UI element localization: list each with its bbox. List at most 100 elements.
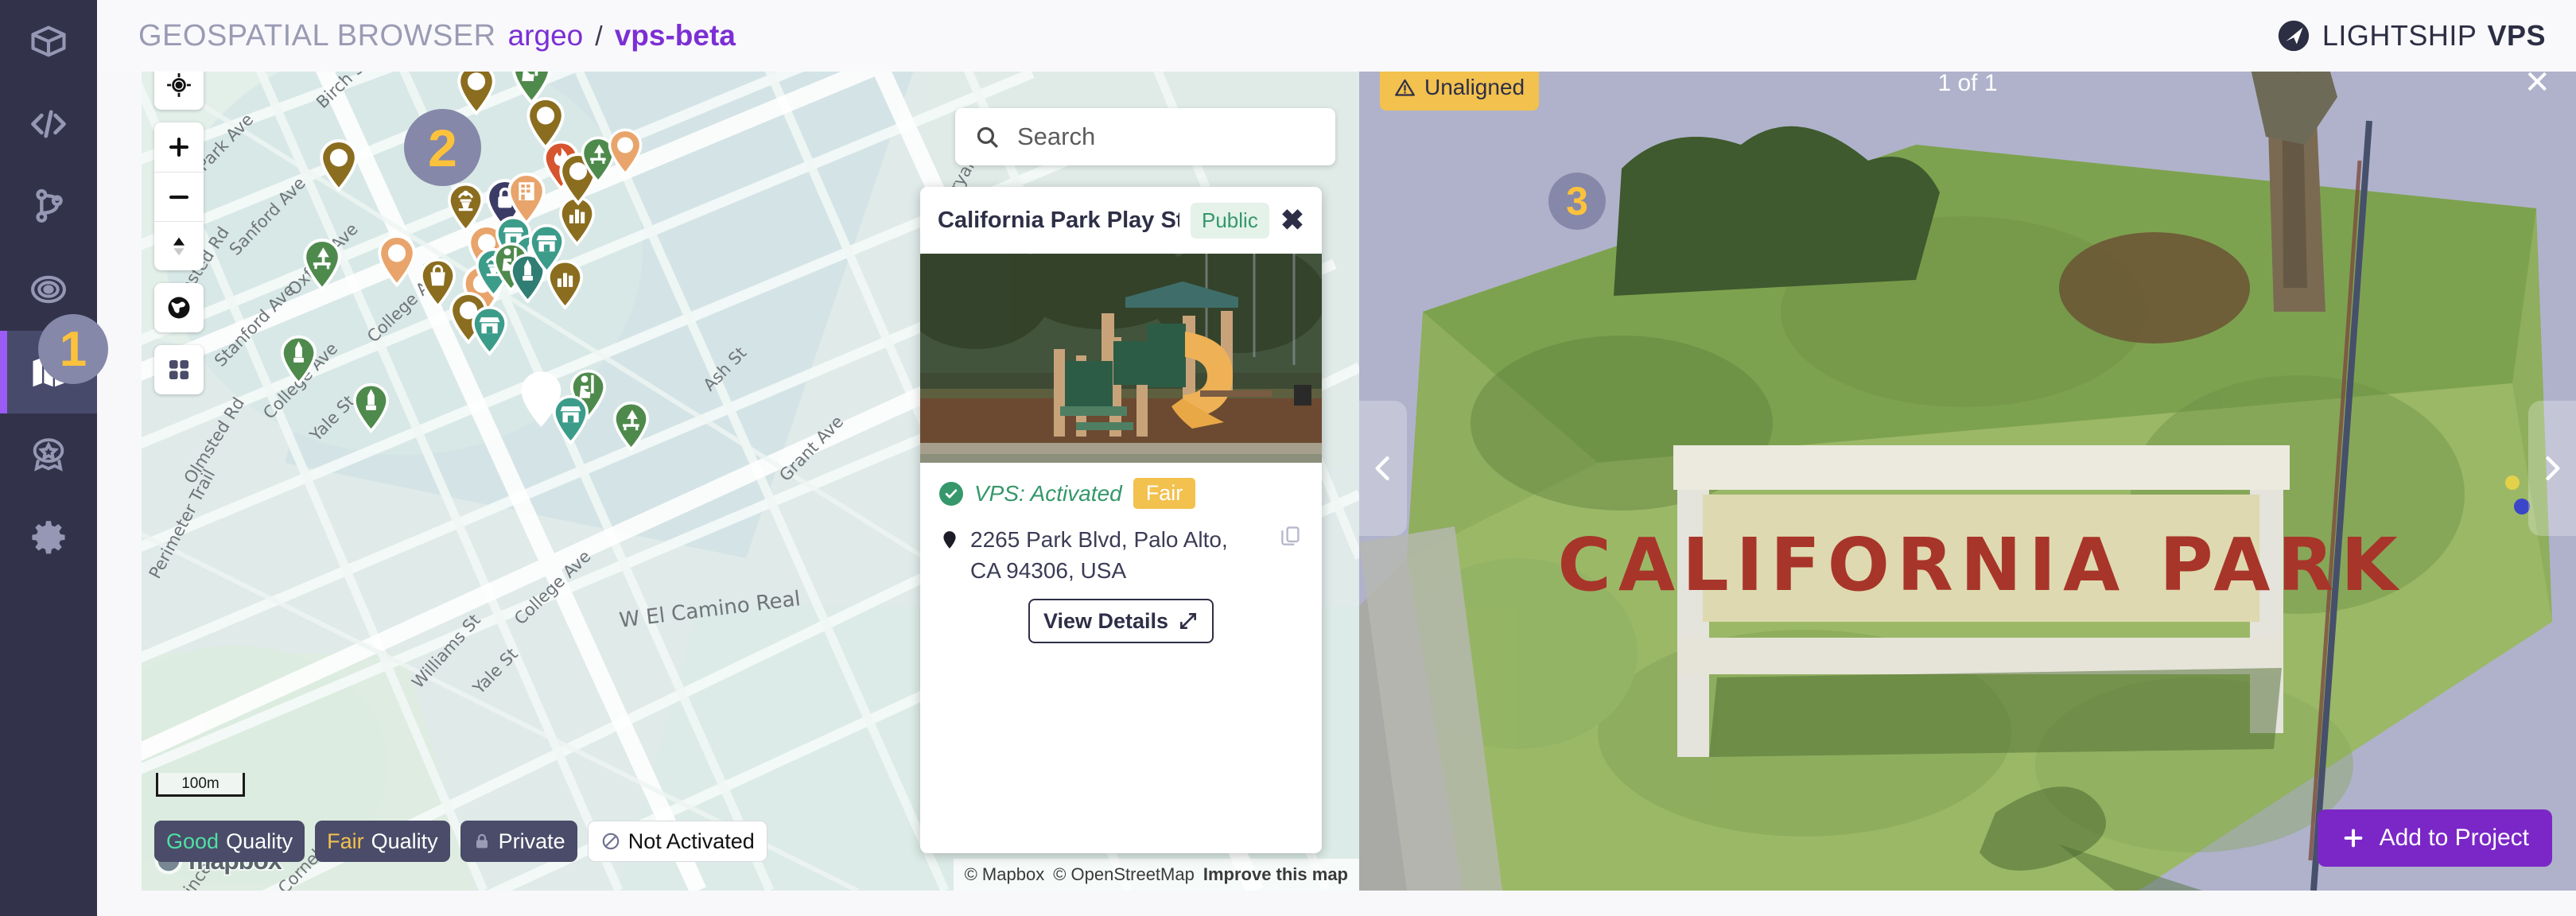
address-row: 2265 Park Blvd, Palo Alto, CA 94306, USA	[939, 524, 1303, 586]
view-details-button[interactable]: View Details	[1028, 599, 1214, 644]
breadcrumb-org[interactable]: argeo	[508, 19, 584, 52]
legend-good-quality[interactable]: Good Quality	[154, 821, 305, 862]
map-pin[interactable]	[604, 125, 646, 179]
chevron-right-icon	[2546, 456, 2560, 481]
gear-icon	[32, 521, 65, 554]
git-branch-icon	[36, 188, 63, 223]
legend-accent: Fair	[327, 829, 364, 853]
globe-icon	[168, 297, 190, 319]
map-cluster-badge-overlap[interactable]: 1	[38, 314, 108, 384]
legend-accent: Good	[166, 829, 220, 853]
header: GEOSPATIAL BROWSER argeo / vps-beta LIGH…	[97, 0, 2576, 72]
map-pin[interactable]	[349, 379, 393, 437]
zoom-in-button[interactable]	[154, 122, 204, 172]
search-icon	[977, 126, 999, 148]
location-pin-icon	[943, 531, 956, 549]
box-icon	[31, 25, 66, 57]
zoom-control[interactable]	[154, 122, 204, 270]
popup-header: California Park Play Stru... Public ✖	[920, 187, 1322, 254]
sidebar-item-rewards[interactable]	[0, 413, 97, 496]
add-to-project-button[interactable]: Add to Project	[2317, 809, 2552, 867]
popup-body: VPS: Activated Fair 2265 Park Blvd, Palo…	[920, 463, 1322, 644]
view-details-label: View Details	[1043, 608, 1169, 633]
attribution-improve-link[interactable]: Improve this map	[1203, 864, 1348, 885]
map-attribution[interactable]: © Mapbox © OpenStreetMap Improve this ma…	[953, 859, 1359, 891]
address-text: 2265 Park Blvd, Palo Alto, CA 94306, USA	[970, 527, 1228, 584]
legend-not-activated[interactable]: Not Activated	[587, 821, 767, 862]
search-bar[interactable]: Search	[955, 108, 1335, 165]
sidebar-item-assets[interactable]	[0, 0, 97, 83]
chevron-left-icon	[1375, 456, 1389, 481]
zoom-out-button[interactable]	[154, 172, 204, 221]
lightship-vps-logo: LIGHTSHIP VPS	[2275, 17, 2546, 54]
grid-control[interactable]	[154, 345, 204, 394]
map-cluster-badge[interactable]: 2	[404, 109, 481, 186]
expand-icon	[1180, 613, 1197, 630]
model-mesh-canvas[interactable]: CALIFORNIA PARK	[1359, 49, 2576, 891]
award-icon	[33, 438, 64, 472]
map-pin[interactable]	[609, 398, 653, 455]
code-icon	[31, 110, 66, 138]
model-counter: 1 of 1	[1937, 70, 1998, 96]
viewer-cluster-badge[interactable]: 3	[1548, 173, 1606, 230]
legend-label: Not Activated	[627, 829, 755, 853]
app-title: GEOSPATIAL BROWSER	[138, 18, 496, 52]
grid-button[interactable]	[154, 345, 204, 394]
map-pin[interactable]	[549, 391, 593, 448]
popup-thumbnail	[920, 254, 1322, 463]
next-model-button[interactable]	[2528, 401, 2576, 536]
plus-icon	[2344, 829, 2362, 848]
attribution-mapbox[interactable]: © Mapbox	[965, 864, 1045, 885]
previous-model-button[interactable]	[1359, 401, 1407, 536]
map-pin[interactable]	[543, 256, 587, 313]
minus-icon	[169, 195, 189, 199]
map-pin[interactable]	[374, 231, 420, 291]
sidebar-item-branches[interactable]	[0, 165, 97, 248]
globe-control[interactable]	[154, 283, 204, 332]
popup-visibility-badge: Public	[1191, 202, 1269, 239]
mesh-sign-text: CALIFORNIA PARK	[1557, 522, 2404, 607]
ban-icon	[602, 833, 619, 850]
map-pin[interactable]	[299, 235, 345, 295]
legend-label: Quality	[226, 829, 293, 853]
map-popup-card[interactable]: California Park Play Stru... Public ✖	[920, 187, 1322, 853]
lightship-mark-icon	[2278, 20, 2310, 52]
grid-icon	[169, 359, 189, 380]
globe-button[interactable]	[154, 283, 204, 332]
vps-status-row: VPS: Activated Fair	[939, 478, 1303, 509]
logo-text-bold: VPS	[2487, 19, 2546, 52]
model-viewer-panel[interactable]: CALIFORNIA PARK 3 Unaligned 1 of 1 ✕ Add…	[1359, 49, 2576, 891]
sidebar-item-code[interactable]	[0, 83, 97, 165]
breadcrumb: GEOSPATIAL BROWSER argeo / vps-beta	[138, 19, 736, 53]
app-root: GEOSPATIAL BROWSER argeo / vps-beta LIGH…	[0, 0, 2576, 916]
copy-icon[interactable]	[1279, 524, 1303, 586]
lock-icon	[476, 833, 488, 848]
check-icon	[939, 481, 963, 506]
map-controls[interactable]	[154, 60, 204, 407]
breadcrumb-project[interactable]: vps-beta	[615, 19, 736, 52]
crosshair-icon	[167, 73, 191, 97]
viewer-close-button[interactable]: ✕	[2524, 67, 2551, 99]
quality-badge: Fair	[1133, 478, 1196, 509]
logo-text-light: LIGHTSHIP	[2322, 19, 2477, 52]
legend-fair-quality[interactable]: Fair Quality	[315, 821, 450, 862]
map-legend[interactable]: Good Quality Fair Quality Private Not Ac…	[154, 821, 767, 862]
attribution-osm[interactable]: © OpenStreetMap	[1053, 864, 1195, 885]
map-pin[interactable]	[277, 332, 321, 389]
add-to-project-label: Add to Project	[2379, 825, 2529, 851]
popup-close-button[interactable]: ✖	[1280, 206, 1304, 235]
vps-status-text: VPS: Activated	[974, 480, 1122, 506]
compass-icon	[173, 237, 185, 255]
compass-button[interactable]	[154, 221, 204, 270]
plus-icon	[169, 137, 189, 157]
sidebar	[0, 0, 97, 916]
breadcrumb-separator: /	[595, 21, 603, 52]
sidebar-item-settings[interactable]	[0, 496, 97, 579]
popup-title: California Park Play Stru...	[938, 207, 1179, 233]
target-icon	[31, 275, 66, 304]
map-pin[interactable]	[316, 135, 362, 196]
legend-private[interactable]: Private	[460, 821, 577, 862]
legend-label: Quality	[371, 829, 438, 853]
search-input[interactable]: Search	[1017, 122, 1095, 151]
map-pin[interactable]	[468, 302, 511, 359]
